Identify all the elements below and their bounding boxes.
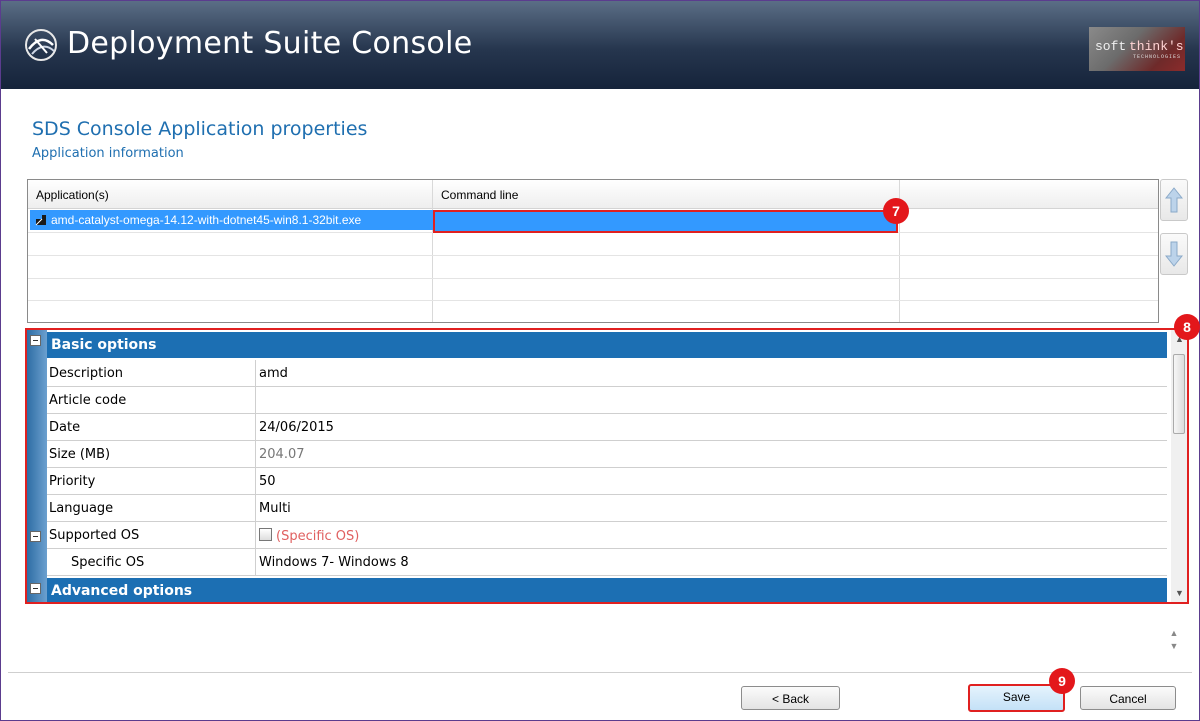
value-separator	[255, 360, 256, 387]
title-bar: Deployment Suite Console soft think's TE…	[1, 1, 1199, 89]
category-basic-options-label: Basic options	[51, 337, 157, 353]
brand-tagline: TECHNOLOGIES	[1133, 54, 1182, 60]
property-value: 204.07	[259, 447, 305, 462]
cancel-button[interactable]: Cancel	[1080, 686, 1176, 710]
column-header-applications[interactable]: Application(s)	[36, 188, 109, 202]
app-title: Deployment Suite Console	[67, 26, 473, 61]
category-advanced-options-label: Advanced options	[51, 583, 193, 599]
row-line	[28, 255, 1158, 256]
property-row-size[interactable]: Size (MB) 204.07	[47, 441, 1167, 468]
specific-os-checkbox[interactable]	[259, 528, 272, 541]
application-name: amd-catalyst-omega-14.12-with-dotnet45-w…	[51, 213, 362, 227]
page-title: SDS Console Application properties	[32, 118, 368, 140]
arrow-down-icon	[1165, 241, 1183, 267]
property-row-priority[interactable]: Priority 50	[47, 468, 1167, 495]
value-separator	[255, 414, 256, 441]
value-separator	[255, 441, 256, 468]
value-separator	[255, 468, 256, 495]
applications-grid[interactable]: Application(s) Command line amd-catalyst…	[27, 179, 1159, 323]
property-key: Supported OS	[49, 528, 140, 543]
collapse-basic-options-icon[interactable]	[30, 335, 41, 346]
property-key: Description	[49, 366, 124, 381]
property-row-description[interactable]: Description amd	[47, 360, 1167, 387]
property-key: Size (MB)	[49, 447, 111, 462]
collapse-advanced-options-icon[interactable]	[30, 583, 41, 594]
properties-scrollbar[interactable]: ▲ ▼	[1171, 330, 1187, 602]
property-row-language[interactable]: Language Multi	[47, 495, 1167, 522]
category-basic-options[interactable]: Basic options	[47, 332, 1167, 358]
value-separator	[255, 387, 256, 414]
command-line-cell[interactable]	[433, 210, 898, 233]
grid-header: Application(s) Command line	[28, 180, 1158, 209]
property-value[interactable]: 24/06/2015	[259, 420, 334, 435]
annotation-badge-9: 9	[1049, 668, 1075, 694]
property-key: Article code	[49, 393, 127, 408]
arrow-up-icon	[1165, 187, 1183, 213]
move-down-button[interactable]	[1160, 233, 1188, 275]
back-button[interactable]: < Back	[741, 686, 840, 710]
scroll-down-icon[interactable]: ▼	[1175, 588, 1184, 598]
row-line	[28, 300, 1158, 301]
property-row-article-code[interactable]: Article code	[47, 387, 1167, 414]
value-separator	[255, 549, 256, 576]
property-key: Priority	[49, 474, 96, 489]
value-separator	[255, 495, 256, 522]
property-key: Date	[49, 420, 81, 435]
footer-divider	[8, 672, 1192, 673]
category-advanced-options[interactable]: Advanced options	[47, 578, 1167, 602]
properties-grid[interactable]: Basic options Description amd Article co…	[25, 328, 1189, 604]
chevron-down-icon[interactable]: ▼	[1167, 640, 1181, 653]
annotation-badge-7: 7	[883, 198, 909, 224]
properties-gutter	[27, 330, 47, 602]
property-value[interactable]: Multi	[259, 501, 291, 516]
property-row-specific-os[interactable]: Specific OS Windows 7- Windows 8	[47, 549, 1167, 576]
property-key: Specific OS	[71, 555, 145, 570]
property-row-supported-os[interactable]: Supported OS (Specific OS)	[47, 522, 1167, 549]
panel-scroll[interactable]: ▲ ▼	[1167, 627, 1181, 661]
value-separator	[255, 522, 256, 549]
property-row-date[interactable]: Date 24/06/2015	[47, 414, 1167, 441]
page-subtitle: Application information	[32, 146, 184, 161]
property-key: Language	[49, 501, 114, 516]
property-value[interactable]: amd	[259, 366, 288, 381]
brand-logo: soft think's TECHNOLOGIES	[1089, 27, 1185, 71]
property-value: (Specific OS)	[259, 528, 359, 544]
specific-os-label: (Specific OS)	[276, 529, 360, 544]
row-line	[28, 278, 1158, 279]
brand-left-text: soft	[1095, 39, 1127, 54]
property-value[interactable]: 50	[259, 474, 276, 489]
app-logo-icon	[25, 29, 57, 61]
chevron-up-icon[interactable]: ▲	[1167, 627, 1181, 640]
property-value[interactable]: Windows 7- Windows 8	[259, 555, 409, 570]
scroll-thumb[interactable]	[1173, 354, 1185, 434]
amd-app-icon	[35, 215, 46, 226]
column-header-command-line[interactable]: Command line	[441, 188, 518, 202]
brand-right-text: think's	[1129, 39, 1184, 54]
application-row[interactable]: amd-catalyst-omega-14.12-with-dotnet45-w…	[30, 210, 434, 230]
collapse-supported-os-icon[interactable]	[30, 531, 41, 542]
move-up-button[interactable]	[1160, 179, 1188, 221]
annotation-badge-8: 8	[1174, 314, 1200, 340]
